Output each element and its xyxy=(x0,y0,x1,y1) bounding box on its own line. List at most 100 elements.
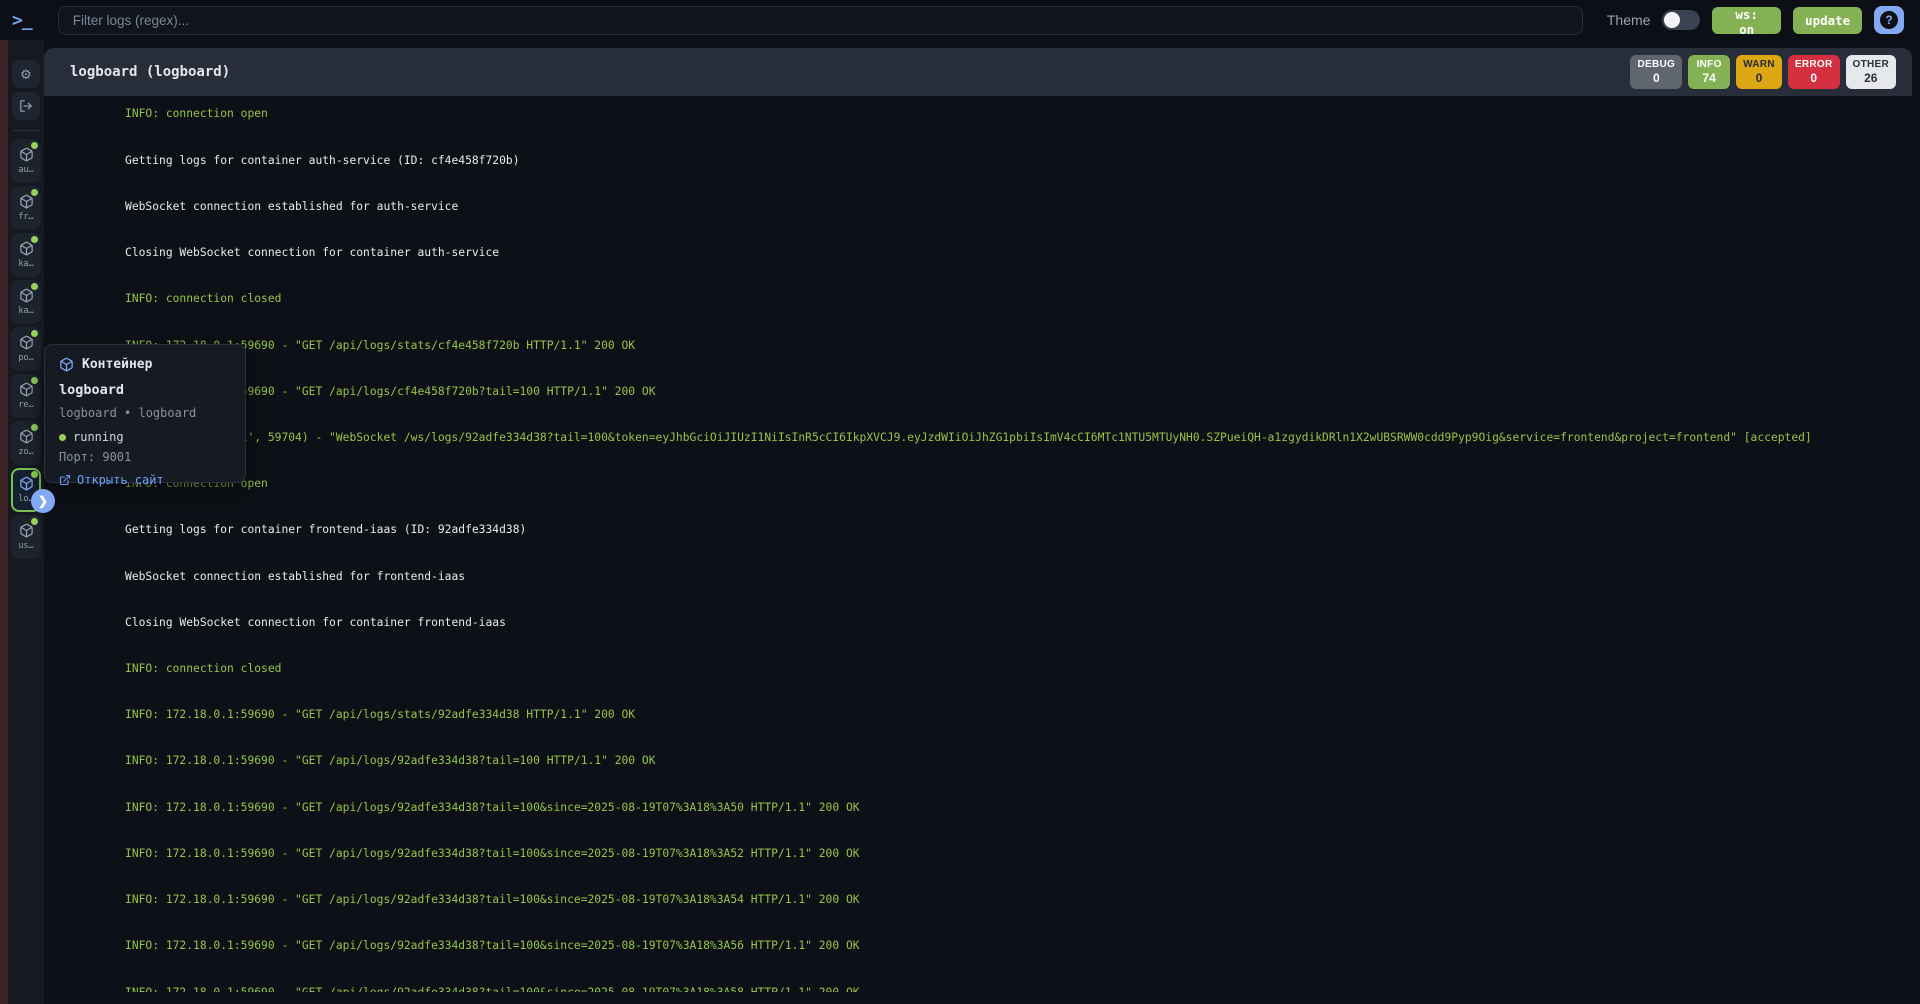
log-scroll: INFO: connection open Getting logs for c… xyxy=(57,96,1912,992)
log-line: INFO: 172.18.0.1:59690 - "GET /api/logs/… xyxy=(57,322,1912,368)
log-line-text: INFO: 172.18.0.1:59690 - "GET /api/logs/… xyxy=(125,801,860,814)
log-line: INFO: 172.18.0.1:59690 - "GET /api/logs/… xyxy=(57,738,1912,784)
badge-count: 0 xyxy=(1653,71,1660,85)
panel-header: logboard (logboard) DEBUG 0 INFO 74 WARN… xyxy=(44,48,1912,96)
sidebar-container-item[interactable]: ka… xyxy=(11,233,41,277)
log-line-text: INFO: 172.18.0.1:59690 - "GET /api/logs/… xyxy=(125,939,860,952)
sidebar-container-item[interactable]: zo… xyxy=(11,421,41,465)
log-line-text: INFO: 172.18.0.1:59690 - "GET /api/logs/… xyxy=(125,708,635,721)
container-label: zo… xyxy=(18,447,33,457)
container-label: ka… xyxy=(18,259,33,269)
container-cube-icon xyxy=(19,476,34,491)
running-status-dot xyxy=(31,189,38,196)
question-mark-icon: ? xyxy=(1880,11,1898,29)
container-tooltip: Контейнер logboard logboard • logboard r… xyxy=(44,344,246,483)
log-line: INFO: 172.18.0.1:59690 - "GET /api/logs/… xyxy=(57,877,1912,923)
container-cube-icon xyxy=(19,194,34,209)
sidebar-container-item[interactable]: po… xyxy=(11,327,41,371)
log-line-text: INFO: 172.18.0.1:59690 - "GET /api/logs/… xyxy=(125,986,860,992)
chevron-right-icon: ❯ xyxy=(38,494,48,508)
gear-icon: ⚙ xyxy=(21,66,31,82)
level-badge[interactable]: OTHER 26 xyxy=(1846,55,1897,89)
log-line-text: INFO: 172.18.0.1:59690 - "GET /api/logs/… xyxy=(125,847,860,860)
topbar: >_ Theme ws: on update ? xyxy=(0,0,1920,40)
running-status-dot xyxy=(31,330,38,337)
log-line: Getting logs for container frontend-iaas… xyxy=(57,507,1912,553)
open-site-link[interactable]: Открыть сайт xyxy=(59,473,231,487)
container-cube-icon xyxy=(19,335,34,350)
tooltip-container-name: logboard xyxy=(59,382,231,398)
running-status-dot xyxy=(31,236,38,243)
badge-count: 0 xyxy=(1756,71,1763,85)
container-label: po… xyxy=(18,353,33,363)
page-edge-strip xyxy=(0,40,8,1004)
container-label: us… xyxy=(18,541,33,551)
level-badge[interactable]: WARN 0 xyxy=(1736,55,1782,89)
log-line-text: Closing WebSocket connection for contain… xyxy=(125,616,506,629)
open-site-label: Открыть сайт xyxy=(77,473,164,487)
badge-label: ERROR xyxy=(1795,59,1833,71)
badge-label: OTHER xyxy=(1853,59,1890,71)
badge-count: 74 xyxy=(1702,71,1715,85)
container-label: fr… xyxy=(18,212,33,222)
log-line: WebSocket connection established for fro… xyxy=(57,553,1912,599)
log-line: INFO: 172.18.0.1:59690 - "GET /api/logs/… xyxy=(57,784,1912,830)
log-line-text: Getting logs for container auth-service … xyxy=(125,154,519,167)
log-line-text: INFO: 172.18.0.1:59690 - "GET /api/logs/… xyxy=(125,754,656,767)
log-line: INFO: 172.18.0.1:59690 - "GET /api/logs/… xyxy=(57,692,1912,738)
container-label: re… xyxy=(18,400,33,410)
help-button[interactable]: ? xyxy=(1874,6,1904,34)
running-status-dot xyxy=(31,471,38,478)
update-button[interactable]: update xyxy=(1793,7,1862,34)
settings-button[interactable]: ⚙ xyxy=(12,60,40,88)
log-line-text: INFO: 172.18.0.1:59690 - "GET /api/logs/… xyxy=(125,893,860,906)
badge-count: 26 xyxy=(1864,71,1877,85)
container-cube-icon xyxy=(19,241,34,256)
badge-label: DEBUG xyxy=(1637,59,1675,71)
ws-status-button[interactable]: ws: on xyxy=(1712,7,1781,34)
running-status-dot xyxy=(31,377,38,384)
log-line: Closing WebSocket connection for contain… xyxy=(57,230,1912,276)
log-line: WebSocket connection established for aut… xyxy=(57,183,1912,229)
running-status-dot xyxy=(31,142,38,149)
logout-icon xyxy=(19,99,33,113)
badge-label: INFO xyxy=(1697,59,1722,71)
panel-title: logboard (logboard) xyxy=(70,64,230,80)
filter-logs-input[interactable] xyxy=(58,6,1583,35)
level-badge[interactable]: ERROR 0 xyxy=(1788,55,1840,89)
tooltip-subtitle: logboard • logboard xyxy=(59,406,231,420)
log-line: INFO: 172.18.0.1:59690 - "GET /api/logs/… xyxy=(57,969,1912,992)
sidebar-container-item[interactable]: us… xyxy=(11,515,41,559)
tooltip-title: Контейнер xyxy=(82,357,152,372)
log-line: Getting logs for container auth-service … xyxy=(57,137,1912,183)
theme-toggle-knob xyxy=(1664,12,1680,28)
log-line: INFO: connection open xyxy=(57,461,1912,507)
log-line: INFO: ('172.18.0.1', 59704) - "WebSocket… xyxy=(57,415,1912,461)
log-line: INFO: 172.18.0.1:59690 - "GET /api/logs/… xyxy=(57,831,1912,877)
log-line-text: INFO: connection closed xyxy=(125,662,281,675)
running-status-dot xyxy=(59,434,66,441)
log-output[interactable]: INFO: connection open Getting logs for c… xyxy=(44,96,1912,992)
log-line-text: Getting logs for container frontend-iaas… xyxy=(125,523,526,536)
theme-toggle[interactable] xyxy=(1662,10,1700,30)
log-line: Closing WebSocket connection for contain… xyxy=(57,599,1912,645)
badge-count: 0 xyxy=(1810,71,1817,85)
theme-label: Theme xyxy=(1607,12,1651,28)
log-line: INFO: connection closed xyxy=(57,276,1912,322)
sidebar-container-item[interactable]: au… xyxy=(11,139,41,183)
sidebar-divider xyxy=(13,130,39,131)
level-badge[interactable]: DEBUG 0 xyxy=(1630,55,1682,89)
container-cube-icon xyxy=(19,382,34,397)
log-line-text: WebSocket connection established for fro… xyxy=(125,570,465,583)
log-line: INFO: connection open xyxy=(57,96,1912,137)
sidebar-container-item[interactable]: re… xyxy=(11,374,41,418)
level-badge[interactable]: INFO 74 xyxy=(1688,55,1730,89)
log-line-text: INFO: ('172.18.0.1', 59704) - "WebSocket… xyxy=(125,431,1812,444)
sidebar-container-item[interactable]: fr… xyxy=(11,186,41,230)
logout-button[interactable] xyxy=(12,92,40,120)
sidebar-container-item[interactable]: ka… xyxy=(11,280,41,324)
sidebar: ⚙ au… fr… xyxy=(8,40,44,1004)
container-cube-icon xyxy=(19,147,34,162)
sidebar-expand-button[interactable]: ❯ xyxy=(31,489,55,513)
log-line: INFO: 172.18.0.1:59690 - "GET /api/logs/… xyxy=(57,923,1912,969)
